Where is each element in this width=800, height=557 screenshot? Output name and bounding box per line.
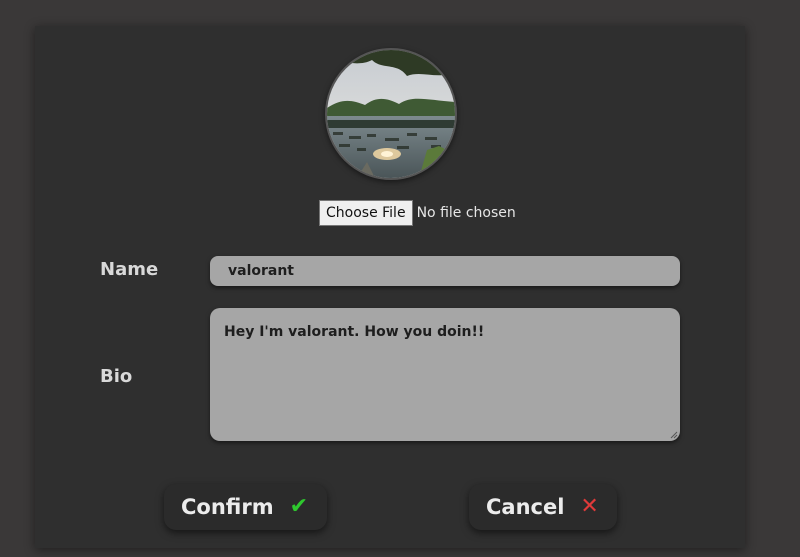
- name-label: Name: [100, 259, 159, 280]
- close-icon: ✕: [580, 494, 599, 519]
- cancel-label: Cancel: [486, 495, 565, 519]
- file-status-text: No file chosen: [416, 205, 516, 221]
- cancel-button[interactable]: Cancel ✕: [469, 484, 617, 530]
- name-input[interactable]: valorant: [210, 256, 680, 286]
- profile-avatar: [325, 48, 457, 180]
- confirm-button[interactable]: Confirm ✔: [164, 484, 327, 530]
- confirm-label: Confirm: [181, 495, 274, 519]
- resize-handle-icon[interactable]: [670, 431, 678, 439]
- bio-label: Bio: [100, 366, 133, 387]
- checkmark-icon: ✔: [289, 494, 309, 519]
- landscape-photo-icon: [327, 50, 455, 178]
- bio-text: Hey I'm valorant. How you doin!!: [224, 324, 485, 340]
- choose-file-button[interactable]: Choose File: [319, 200, 413, 226]
- edit-profile-card: Choose File No file chosen Name valorant…: [35, 26, 745, 548]
- file-upload: Choose File No file chosen: [319, 200, 516, 226]
- bio-textarea[interactable]: Hey I'm valorant. How you doin!!: [210, 308, 680, 441]
